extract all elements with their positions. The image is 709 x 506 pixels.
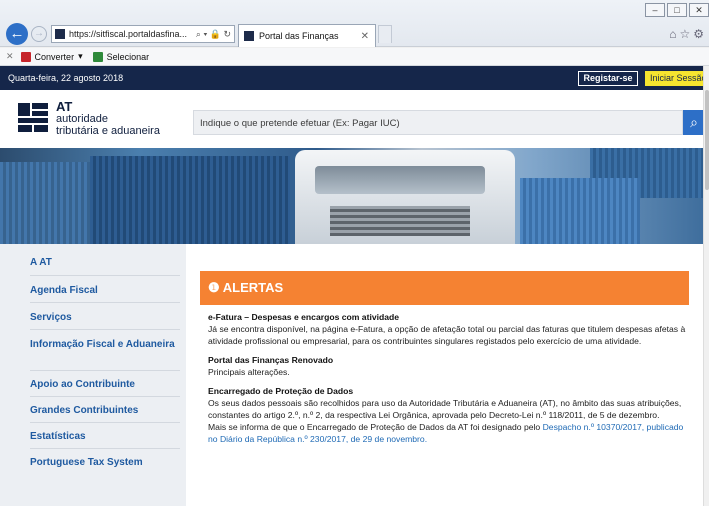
sidebar-item-portuguese-tax-system[interactable]: Portuguese Tax System — [30, 456, 180, 469]
back-arrow-icon[interactable]: ← — [6, 23, 28, 45]
logo-acronym: AT — [56, 99, 73, 114]
site-header: AT autoridade tributária e aduaneira Ind… — [0, 90, 703, 148]
address-tools-icons[interactable]: ⌕ ▾ 🔒 ↻ — [196, 29, 234, 40]
command-bar: ✕ Converter ▾ Selecionar — [0, 48, 709, 66]
alert-text-portal-renovado: Principais alterações. — [208, 367, 290, 377]
alert-text-protecao-dados-2: Mais se informa de que o Encarregado de … — [208, 422, 543, 432]
at-logo-icon[interactable] — [16, 101, 50, 134]
alert-text-protecao-dados: Os seus dados pessoais são recolhidos pa… — [208, 398, 682, 420]
forward-arrow-icon[interactable]: → — [31, 26, 47, 42]
vertical-scrollbar[interactable] — [703, 66, 709, 506]
site-favicon-icon — [55, 29, 65, 39]
sidebar-item-a-at[interactable]: A AT — [30, 256, 180, 269]
minimize-button[interactable]: – — [645, 3, 665, 17]
container-image — [90, 156, 290, 244]
container-image — [520, 178, 640, 244]
sidebar-item-estatisticas[interactable]: Estatísticas — [30, 430, 180, 443]
scrollbar-thumb[interactable] — [705, 90, 709, 190]
alert-title-portal-renovado[interactable]: Portal das Finanças Renovado — [208, 354, 692, 366]
container-image — [0, 162, 90, 244]
tab-title: Portal das Finanças — [259, 31, 339, 41]
current-date: Quarta-feira, 22 agosto 2018 — [8, 73, 124, 83]
alert-title-protecao-dados[interactable]: Encarregado de Proteção de Dados — [208, 385, 692, 397]
alert-item: Encarregado de Proteção de Dados Os seus… — [208, 385, 692, 445]
top-bar: Quarta-feira, 22 agosto 2018 Registar-se… — [0, 66, 703, 90]
new-tab-button[interactable] — [378, 25, 392, 43]
alert-text-efatura: Já se encontra disponível, na página e-F… — [208, 324, 686, 346]
alert-item: e-Fatura – Despesas e encargos com ativi… — [208, 311, 692, 347]
search-input[interactable]: Indique o que pretende efetuar (Ex: Paga… — [193, 110, 683, 135]
tab-favicon-icon — [244, 31, 254, 41]
url-text: https://sitfiscal.portaldasfina... — [69, 29, 188, 39]
sidebar-item-agenda-fiscal[interactable]: Agenda Fiscal — [30, 284, 180, 297]
sidebar-item-apoio-contribuinte[interactable]: Apoio ao Contribuinte — [30, 378, 180, 391]
browser-tab[interactable]: Portal das Finanças ✕ — [238, 24, 376, 47]
sidebar-item-servicos[interactable]: Serviços — [30, 311, 180, 324]
divider — [30, 422, 180, 423]
register-button[interactable]: Registar-se — [578, 71, 638, 86]
divider — [30, 302, 180, 303]
page-viewport: Quarta-feira, 22 agosto 2018 Registar-se… — [0, 66, 703, 506]
window-controls: – □ ✕ — [645, 3, 709, 17]
alerts-title: ALERTAS — [222, 280, 284, 295]
maximize-button[interactable]: □ — [667, 3, 687, 17]
logo-text[interactable]: AT autoridade tributária e aduaneira — [56, 100, 160, 137]
alerts-list: e-Fatura – Despesas e encargos com ativi… — [208, 311, 692, 452]
sidebar-item-grandes-contribuintes[interactable]: Grandes Contribuintes — [30, 404, 180, 417]
alert-title-efatura[interactable]: e-Fatura – Despesas e encargos com ativi… — [208, 311, 692, 323]
main-content: ❶ ALERTAS e-Fatura – Despesas e encargos… — [186, 244, 703, 506]
browser-window: – □ ✕ ← → https://sitfiscal.portaldasfin… — [0, 0, 709, 506]
hero-banner-image — [0, 148, 703, 244]
alert-icon: ❶ — [208, 280, 220, 295]
select-button[interactable]: Selecionar — [107, 52, 150, 62]
tab-close-icon[interactable]: ✕ — [361, 31, 369, 42]
divider — [30, 329, 180, 330]
browser-chrome: – □ ✕ ← → https://sitfiscal.portaldasfin… — [0, 0, 709, 66]
divider — [30, 396, 180, 397]
close-cmdbar-icon[interactable]: ✕ — [6, 51, 14, 62]
convert-button[interactable]: Converter — [35, 52, 75, 62]
logo-line-3: tributária e aduaneira — [56, 125, 160, 137]
alerts-header: ❶ ALERTAS — [200, 271, 689, 305]
sidebar-item-informacao-fiscal[interactable]: Informação Fiscal e Aduaneira — [30, 338, 180, 351]
sidebar-nav: A AT Agenda Fiscal Serviços Informação F… — [8, 244, 184, 506]
alert-item: Portal das Finanças Renovado Principais … — [208, 354, 692, 378]
select-icon — [92, 51, 103, 62]
convert-dropdown-icon[interactable]: ▾ — [78, 51, 83, 62]
divider — [30, 448, 180, 449]
logo-line-2: autoridade — [56, 113, 108, 125]
search-icon[interactable]: ⌕ — [683, 110, 703, 135]
login-button[interactable]: Iniciar Sessão — [645, 71, 703, 86]
divider — [30, 275, 180, 276]
pdf-convert-icon — [20, 51, 31, 62]
divider — [30, 370, 180, 371]
close-window-button[interactable]: ✕ — [689, 3, 709, 17]
truck-windshield-image — [315, 166, 485, 194]
truck-grill-image — [330, 206, 470, 236]
home-favorites-settings-icons[interactable]: ⌂☆⚙ — [669, 27, 707, 41]
address-bar[interactable]: https://sitfiscal.portaldasfina... ⌕ ▾ 🔒… — [51, 25, 235, 43]
